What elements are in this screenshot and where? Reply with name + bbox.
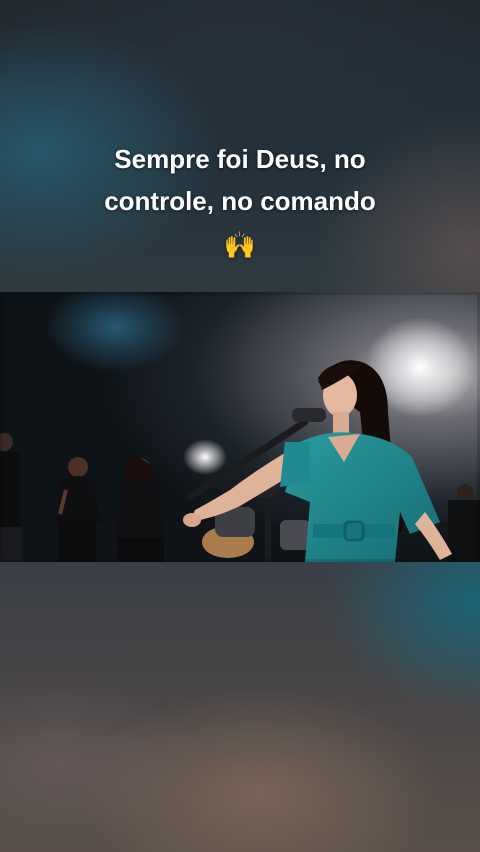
caption-line-1: Sempre foi Deus, no [114,144,366,174]
video-frame [0,292,480,562]
caption-text: Sempre foi Deus, no controle, no comando… [40,138,440,266]
story-screen: Sempre foi Deus, no controle, no comando… [0,0,480,852]
caption-line-2: controle, no comando [104,186,376,216]
blurred-background-bottom [0,562,480,852]
raising-hands-icon: 🙌 [223,230,257,260]
video-player[interactable] [0,292,480,562]
